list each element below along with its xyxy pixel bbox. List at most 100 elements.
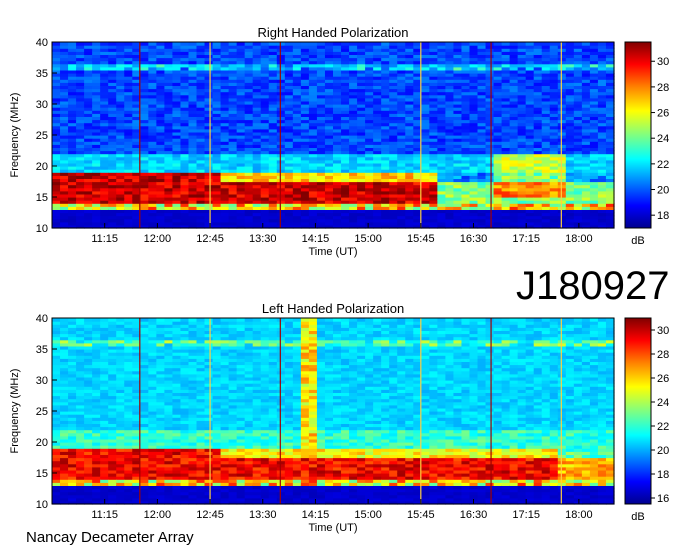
heatmap-cell [573,42,583,46]
heatmap-cell [76,318,85,322]
heatmap-cell [60,42,69,46]
colorbar-tick-label: 20 [657,185,669,197]
heatmap-cell [68,318,77,322]
heatmap-cell [156,42,165,46]
heatmap-cell [276,42,286,46]
heatmap-cell [252,42,262,46]
heatmap-cell [324,42,334,46]
heatmap-cell [509,42,519,46]
heatmap-cell [549,42,559,46]
x-tick-label: 14:15 [302,233,330,245]
heatmap-cell [308,42,318,46]
colorbar-tick-label: 24 [657,133,669,145]
heatmap-cell [445,42,455,46]
heatmap-cell [525,42,535,46]
heatmap-cell [140,42,149,46]
heatmap-cell [60,318,69,322]
heatmap-cell [453,42,463,46]
heatmap-cell [92,42,101,46]
heatmap-cell [140,318,149,322]
heatmap-cell [284,42,294,46]
heatmap-cell [541,42,551,46]
heatmap-cell [108,42,117,46]
heatmap-cell [405,42,414,46]
heatmap-cell [68,42,77,46]
heatmap-cell [196,42,206,46]
chart-title: Right Handed Polarization [257,25,408,40]
heatmap-cell [76,42,85,46]
heatmap-cell [333,42,342,46]
heatmap-cell [260,42,270,46]
x-tick-label: 12:45 [196,233,224,245]
heatmap-cell [204,42,214,46]
y-tick-label: 30 [36,99,48,111]
x-tick-label: 16:30 [460,233,488,245]
heatmap-cell [188,42,198,46]
y-tick-label: 20 [36,161,48,173]
heatmap-cell [84,42,93,46]
heatmap-cell [461,42,471,46]
x-tick-label: 18:00 [565,233,593,245]
heatmap-cell [397,42,406,46]
heatmap-cell [108,318,117,322]
heatmap-cell [92,318,101,322]
heatmap-cell [300,42,310,46]
heatmap-cell [268,42,278,46]
colorbar-tick-label: 26 [657,108,669,120]
heatmap-cell [116,42,125,46]
heatmap-cell [365,42,374,46]
heatmap-cell [148,42,157,46]
heatmap-cell [381,42,390,46]
heatmap-cell [84,318,93,322]
heatmap-cell [244,42,254,46]
x-tick-label: 15:00 [354,233,382,245]
heatmap-cell [477,42,487,46]
heatmap-cell [373,42,382,46]
heatmap-cell [341,42,350,46]
heatmap-cell [52,42,61,46]
heatmap-cell [605,42,615,46]
heatmap-cell [581,42,591,46]
heatmap-cell [421,42,430,46]
x-tick-label: 11:15 [91,233,118,245]
heatmap-cell [501,42,511,46]
right-polarization-panel: Right Handed Polarization10152025303540F… [9,25,669,258]
heatmap-cell [236,42,246,46]
colorbar-tick-label: 28 [657,82,669,94]
heatmap-cells [52,318,615,505]
heatmap-cell [437,42,446,46]
heatmap-cell [164,42,174,46]
left-polarization-panel: Left Handed Polarization10152025303540Fr… [9,301,669,534]
heatmap-cell [124,318,133,322]
colorbar-label: dB [631,235,644,247]
heatmap-cell [565,42,575,46]
heatmap-cell [220,42,230,46]
x-axis-label: Time (UT) [308,246,357,258]
colorbar-tick-label: 30 [657,56,669,68]
heatmap-cell [469,42,479,46]
heatmap-cell [116,318,125,322]
heatmap-cell [357,42,366,46]
y-tick-label: 10 [36,223,48,235]
heatmap-cell [292,42,302,46]
y-tick-label: 15 [36,192,48,204]
heatmap-cell [493,42,503,46]
heatmap-cell [100,318,109,322]
heatmap-cell [100,42,109,46]
heatmap-cell [180,42,190,46]
heatmap-cell [228,42,238,46]
heatmap-cell [316,42,326,46]
heatmap-cell [557,42,567,46]
heatmap-cell [429,42,438,46]
heatmap-cells [52,42,615,229]
x-tick-label: 15:45 [407,233,435,245]
x-tick-label: 13:30 [249,233,277,245]
heatmap-cell [533,42,543,46]
colorbar [624,41,652,229]
y-axis-label: Frequency (MHz) [9,93,21,178]
heatmap-cell [485,42,495,46]
heatmap-cell [349,42,358,46]
heatmap-cell [517,42,527,46]
heatmap-cell [172,42,182,46]
heatmap-cell [597,42,607,46]
